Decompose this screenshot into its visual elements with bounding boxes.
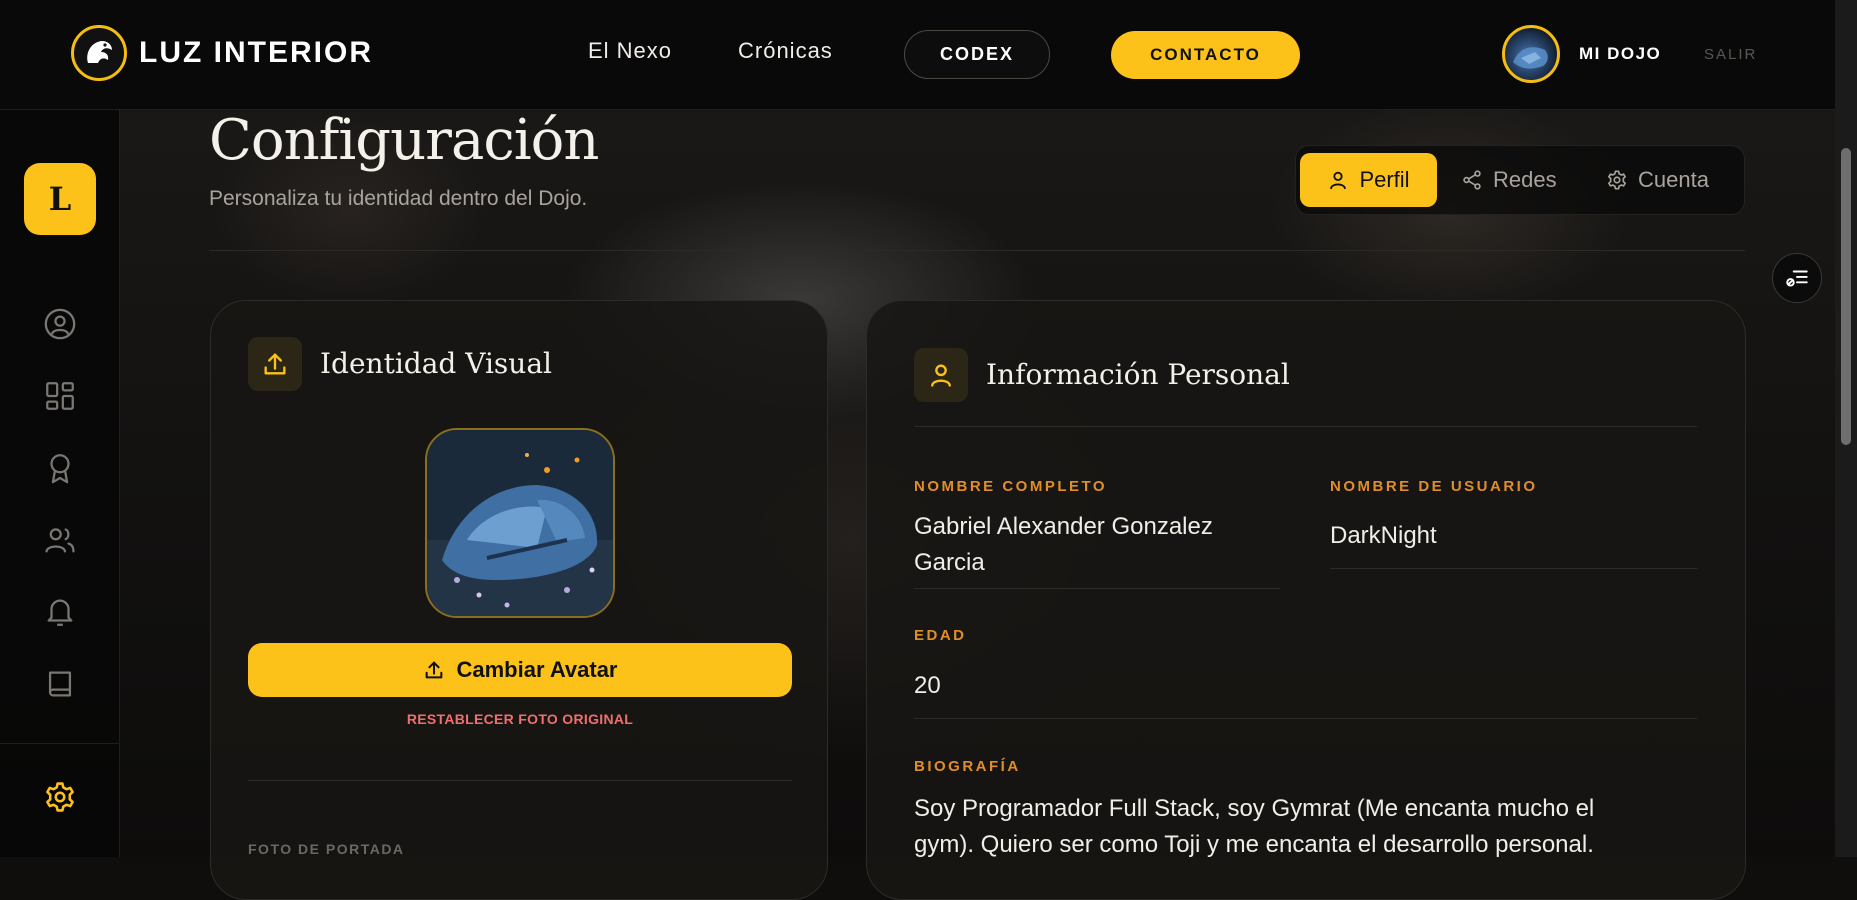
upload-icon xyxy=(248,337,302,391)
personal-info-card: Información Personal NOMBRE COMPLETO Gab… xyxy=(866,300,1746,900)
age-field[interactable]: 20 xyxy=(914,668,941,704)
age-label: EDAD xyxy=(914,627,967,644)
bio-field[interactable]: Soy Programador Full Stack, soy Gymrat (… xyxy=(914,791,1594,863)
user-circle-icon[interactable] xyxy=(42,306,78,342)
profile-avatar-image[interactable] xyxy=(425,428,615,618)
filter-list-icon xyxy=(1786,270,1808,287)
identity-divider xyxy=(248,780,792,781)
nav-link-cronicas[interactable]: Crónicas xyxy=(738,38,833,64)
user-icon xyxy=(1327,169,1349,191)
age-underline xyxy=(914,718,1697,719)
users-icon[interactable] xyxy=(42,522,78,558)
my-dojo-link[interactable]: MI DOJO xyxy=(1579,44,1661,64)
change-avatar-label: Cambiar Avatar xyxy=(456,657,618,682)
dragon-logo-icon xyxy=(71,25,127,81)
tab-redes[interactable]: Redes xyxy=(1461,153,1557,207)
username-field[interactable]: DarkNight xyxy=(1330,518,1437,554)
bell-icon[interactable] xyxy=(42,594,78,630)
cover-photo-label: FOTO DE PORTADA xyxy=(248,841,405,857)
tab-cuenta[interactable]: Cuenta xyxy=(1606,153,1709,207)
book-icon[interactable] xyxy=(42,666,78,702)
tab-perfil-label: Perfil xyxy=(1359,167,1410,192)
bio-line-2: gym). Quiero ser como Toji y me encanta … xyxy=(914,831,1594,858)
tab-redes-label: Redes xyxy=(1493,167,1557,192)
user-avatar[interactable] xyxy=(1502,25,1560,83)
restore-photo-link[interactable]: RESTABLECER FOTO ORIGINAL xyxy=(211,711,829,727)
page-title: Configuración xyxy=(209,108,599,173)
full-name-label: NOMBRE COMPLETO xyxy=(914,478,1108,495)
username-label: NOMBRE DE USUARIO xyxy=(1330,478,1538,495)
dashboard-icon[interactable] xyxy=(42,378,78,414)
sidebar: L xyxy=(0,110,120,857)
sidebar-divider xyxy=(0,743,119,744)
header-divider xyxy=(209,250,1745,251)
full-name-underline xyxy=(914,588,1280,589)
bio-label: BIOGRAFÍA xyxy=(914,758,1021,775)
top-navbar: LUZ INTERIOR El Nexo Crónicas CODEX CONT… xyxy=(0,0,1835,110)
bio-line-1: Soy Programador Full Stack, soy Gymrat (… xyxy=(914,795,1595,822)
full-name-field[interactable]: Gabriel Alexander Gonzalez Garcia xyxy=(914,509,1213,581)
personal-info-title: Información Personal xyxy=(986,358,1290,391)
change-avatar-button[interactable]: Cambiar Avatar xyxy=(248,643,792,697)
tab-perfil[interactable]: Perfil xyxy=(1300,153,1437,207)
scrollbar-thumb[interactable] xyxy=(1841,148,1851,445)
armor-avatar-image xyxy=(1513,47,1548,69)
username-underline xyxy=(1330,568,1697,569)
filter-list-button[interactable] xyxy=(1772,253,1822,303)
logout-link[interactable]: SALIR xyxy=(1704,46,1757,63)
identity-title: Identidad Visual xyxy=(320,347,552,380)
settings-tabs: Perfil Redes Cuenta xyxy=(1295,145,1745,215)
identity-card: Identidad Visual Cambiar Avatar RESTABLE… xyxy=(210,300,828,900)
brand-name: LUZ INTERIOR xyxy=(139,36,373,69)
user-icon xyxy=(914,348,968,402)
upload-icon xyxy=(425,661,442,679)
sidebar-initial-badge[interactable]: L xyxy=(24,163,96,235)
award-icon[interactable] xyxy=(42,450,78,486)
gear-icon xyxy=(1606,169,1628,191)
brand-logo[interactable]: LUZ INTERIOR xyxy=(71,25,373,81)
full-name-line-2: Garcia xyxy=(914,549,985,576)
page-subtitle: Personaliza tu identidad dentro del Dojo… xyxy=(209,187,588,210)
nav-link-el-nexo[interactable]: El Nexo xyxy=(588,38,672,64)
full-name-line-1: Gabriel Alexander Gonzalez xyxy=(914,513,1213,540)
tab-cuenta-label: Cuenta xyxy=(1638,167,1709,192)
share-icon xyxy=(1461,169,1483,191)
gear-icon[interactable] xyxy=(42,779,78,815)
contact-button[interactable]: CONTACTO xyxy=(1111,31,1300,79)
personal-header-divider xyxy=(914,426,1697,427)
codex-button[interactable]: CODEX xyxy=(904,30,1050,79)
